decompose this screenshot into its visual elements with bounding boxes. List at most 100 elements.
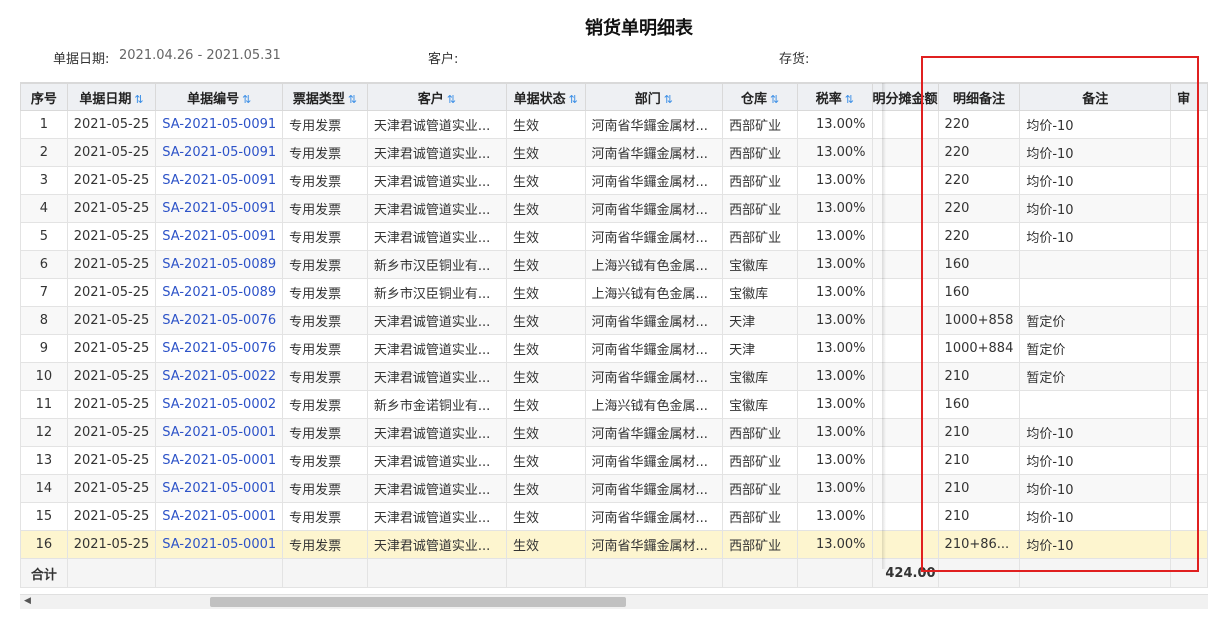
cell-extra [1170,474,1208,503]
cell-date: 2021-05-25 [66,194,157,223]
table-row[interactable]: 2 2021-05-25 SA-2021-05-0091 专用发票 天津君诚管道实业..… [20,138,1208,167]
cell-seq: 14 [20,474,68,503]
cell-customer: 天津君诚管道实业... [366,222,507,251]
table-row[interactable]: 9 2021-05-25 SA-2021-05-0076 专用发票 天津君诚管道实业..… [20,334,1208,363]
cell-tax: 13.00% [797,166,873,195]
cell-extra [1170,250,1208,279]
cell-doc-no[interactable]: SA-2021-05-0091 [155,222,284,251]
cell-extra [1170,502,1208,531]
cell-customer: 新乡市金诺铜业有... [366,390,507,419]
table-row[interactable]: 5 2021-05-25 SA-2021-05-0091 专用发票 天津君诚管道实业..… [20,222,1208,251]
cell-status: 生效 [505,418,586,447]
scrollbar-thumb[interactable] [210,597,626,607]
sort-icon[interactable]: ⇅ [242,93,251,106]
table-row[interactable]: 10 2021-05-25 SA-2021-05-0022 专用发票 天津君诚管道实业.… [20,362,1208,391]
cell-note: 均价-10 [1019,474,1172,503]
cell-doc-no[interactable]: SA-2021-05-0089 [155,278,284,307]
cell-tax: 13.00% [797,362,873,391]
cell-date: 2021-05-25 [66,502,157,531]
cell-doc-no[interactable]: SA-2021-05-0076 [155,334,284,363]
cell-extra [1170,194,1208,223]
cell-doc-no[interactable]: SA-2021-05-0089 [155,250,284,279]
cell-status: 生效 [505,166,586,195]
customer-filter-label: 客户: [428,52,459,67]
header-customer[interactable]: 客户 ⇅ [366,83,507,111]
cell-detail-note: 220 [937,194,1021,223]
table-row[interactable]: 14 2021-05-25 SA-2021-05-0001 专用发票 天津君诚管道实业.… [20,474,1208,503]
header-extra[interactable]: 审 [1170,83,1208,111]
header-date[interactable]: 单据日期 ⇅ [66,83,157,111]
cell-dept: 河南省华鑼金属材... [584,334,724,363]
sort-icon[interactable]: ⇅ [770,93,779,106]
table-row[interactable]: 7 2021-05-25 SA-2021-05-0089 专用发票 新乡市汉臣铜业有..… [20,278,1208,307]
cell-dept: 河南省华鑼金属材... [584,446,724,475]
cell-note: 暂定价 [1019,362,1172,391]
header-note[interactable]: 备注 [1019,83,1172,111]
cell-detail-note: 160 [937,250,1021,279]
scroll-left-icon[interactable]: ◀ [24,596,31,606]
header-no[interactable]: 单据编号 ⇅ [155,83,284,111]
date-filter-value[interactable]: 2021.04.26 - 2021.05.31 [119,48,281,63]
table-row[interactable]: 15 2021-05-25 SA-2021-05-0001 专用发票 天津君诚管道实业.… [20,502,1208,531]
sort-icon[interactable]: ⇅ [569,93,578,106]
table-row[interactable]: 11 2021-05-25 SA-2021-05-0002 专用发票 新乡市金诺铜业有.… [20,390,1208,419]
cell-extra [1170,530,1208,559]
cell-doc-no[interactable]: SA-2021-05-0001 [155,446,284,475]
cell-doc-no[interactable]: SA-2021-05-0001 [155,474,284,503]
header-dept[interactable]: 部门 ⇅ [584,83,724,111]
cell-date: 2021-05-25 [66,138,157,167]
header-detail-note[interactable]: 明细备注 [937,83,1021,111]
table-row[interactable]: 1 2021-05-25 SA-2021-05-0091 专用发票 天津君诚管道实业..… [20,110,1208,139]
cell-doc-no[interactable]: SA-2021-05-0022 [155,362,284,391]
table-row[interactable]: 3 2021-05-25 SA-2021-05-0091 专用发票 天津君诚管道实业..… [20,166,1208,195]
table-row[interactable]: 6 2021-05-25 SA-2021-05-0089 专用发票 新乡市汉臣铜业有..… [20,250,1208,279]
cell-status: 生效 [505,530,586,559]
cell-doc-no[interactable]: SA-2021-05-0091 [155,110,284,139]
cell-tax: 13.00% [797,250,873,279]
cell-doc-no[interactable]: SA-2021-05-0001 [155,502,284,531]
table-row[interactable]: 12 2021-05-25 SA-2021-05-0001 专用发票 天津君诚管道实业.… [20,418,1208,447]
table-row[interactable]: 4 2021-05-25 SA-2021-05-0091 专用发票 天津君诚管道实业..… [20,194,1208,223]
cell-note: 均价-10 [1019,194,1172,223]
cell-type: 专用发票 [282,362,368,391]
cell-dept: 上海兴钺有色金属... [584,390,724,419]
cell-warehouse: 宝徽库 [722,278,799,307]
cell-extra [1170,390,1208,419]
cell-doc-no[interactable]: SA-2021-05-0091 [155,194,284,223]
table-row[interactable]: 8 2021-05-25 SA-2021-05-0076 专用发票 天津君诚管道实业..… [20,306,1208,335]
table-row[interactable]: 13 2021-05-25 SA-2021-05-0001 专用发票 天津君诚管道实业.… [20,446,1208,475]
header-type[interactable]: 票据类型 ⇅ [282,83,368,111]
cell-customer: 天津君诚管道实业... [366,474,507,503]
table-row[interactable]: 16 2021-05-25 SA-2021-05-0001 专用发票 天津君诚管道实业.… [20,530,1208,559]
cell-doc-no[interactable]: SA-2021-05-0002 [155,390,284,419]
cell-tax: 13.00% [797,390,873,419]
cell-date: 2021-05-25 [66,166,157,195]
cell-note: 暂定价 [1019,334,1172,363]
cell-seq: 4 [20,194,68,223]
cell-detail-note: 1000+884 [937,334,1021,363]
sort-icon[interactable]: ⇅ [664,93,673,106]
cell-doc-no[interactable]: SA-2021-05-0076 [155,306,284,335]
sort-icon[interactable]: ⇅ [134,93,143,106]
header-status[interactable]: 单据状态 ⇅ [505,83,586,111]
sort-icon[interactable]: ⇅ [447,93,456,106]
cell-status: 生效 [505,222,586,251]
cell-extra [1170,418,1208,447]
cell-detail-note: 160 [937,390,1021,419]
detail-grid: 序号 单据日期 ⇅ 单据编号 ⇅ 票据类型 ⇅ 客户 ⇅ 单据状态 ⇅ 部门 ⇅ 仓库 ⇅ 税… [20,82,1208,595]
cell-note: 均价-10 [1019,502,1172,531]
cell-doc-no[interactable]: SA-2021-05-0091 [155,166,284,195]
header-warehouse[interactable]: 仓库 ⇅ [722,83,799,111]
sort-icon[interactable]: ⇅ [348,93,357,106]
cell-warehouse: 西部矿业 [722,110,799,139]
cell-doc-no[interactable]: SA-2021-05-0001 [155,530,284,559]
sort-icon[interactable]: ⇅ [845,93,854,106]
cell-date: 2021-05-25 [66,334,157,363]
cell-seq: 6 [20,250,68,279]
header-tax[interactable]: 税率 ⇅ [797,83,873,111]
cell-tax: 13.00% [797,334,873,363]
cell-doc-no[interactable]: SA-2021-05-0001 [155,418,284,447]
cell-doc-no[interactable]: SA-2021-05-0091 [155,138,284,167]
horizontal-scrollbar[interactable]: ◀ [20,594,1208,609]
cell-seq: 12 [20,418,68,447]
